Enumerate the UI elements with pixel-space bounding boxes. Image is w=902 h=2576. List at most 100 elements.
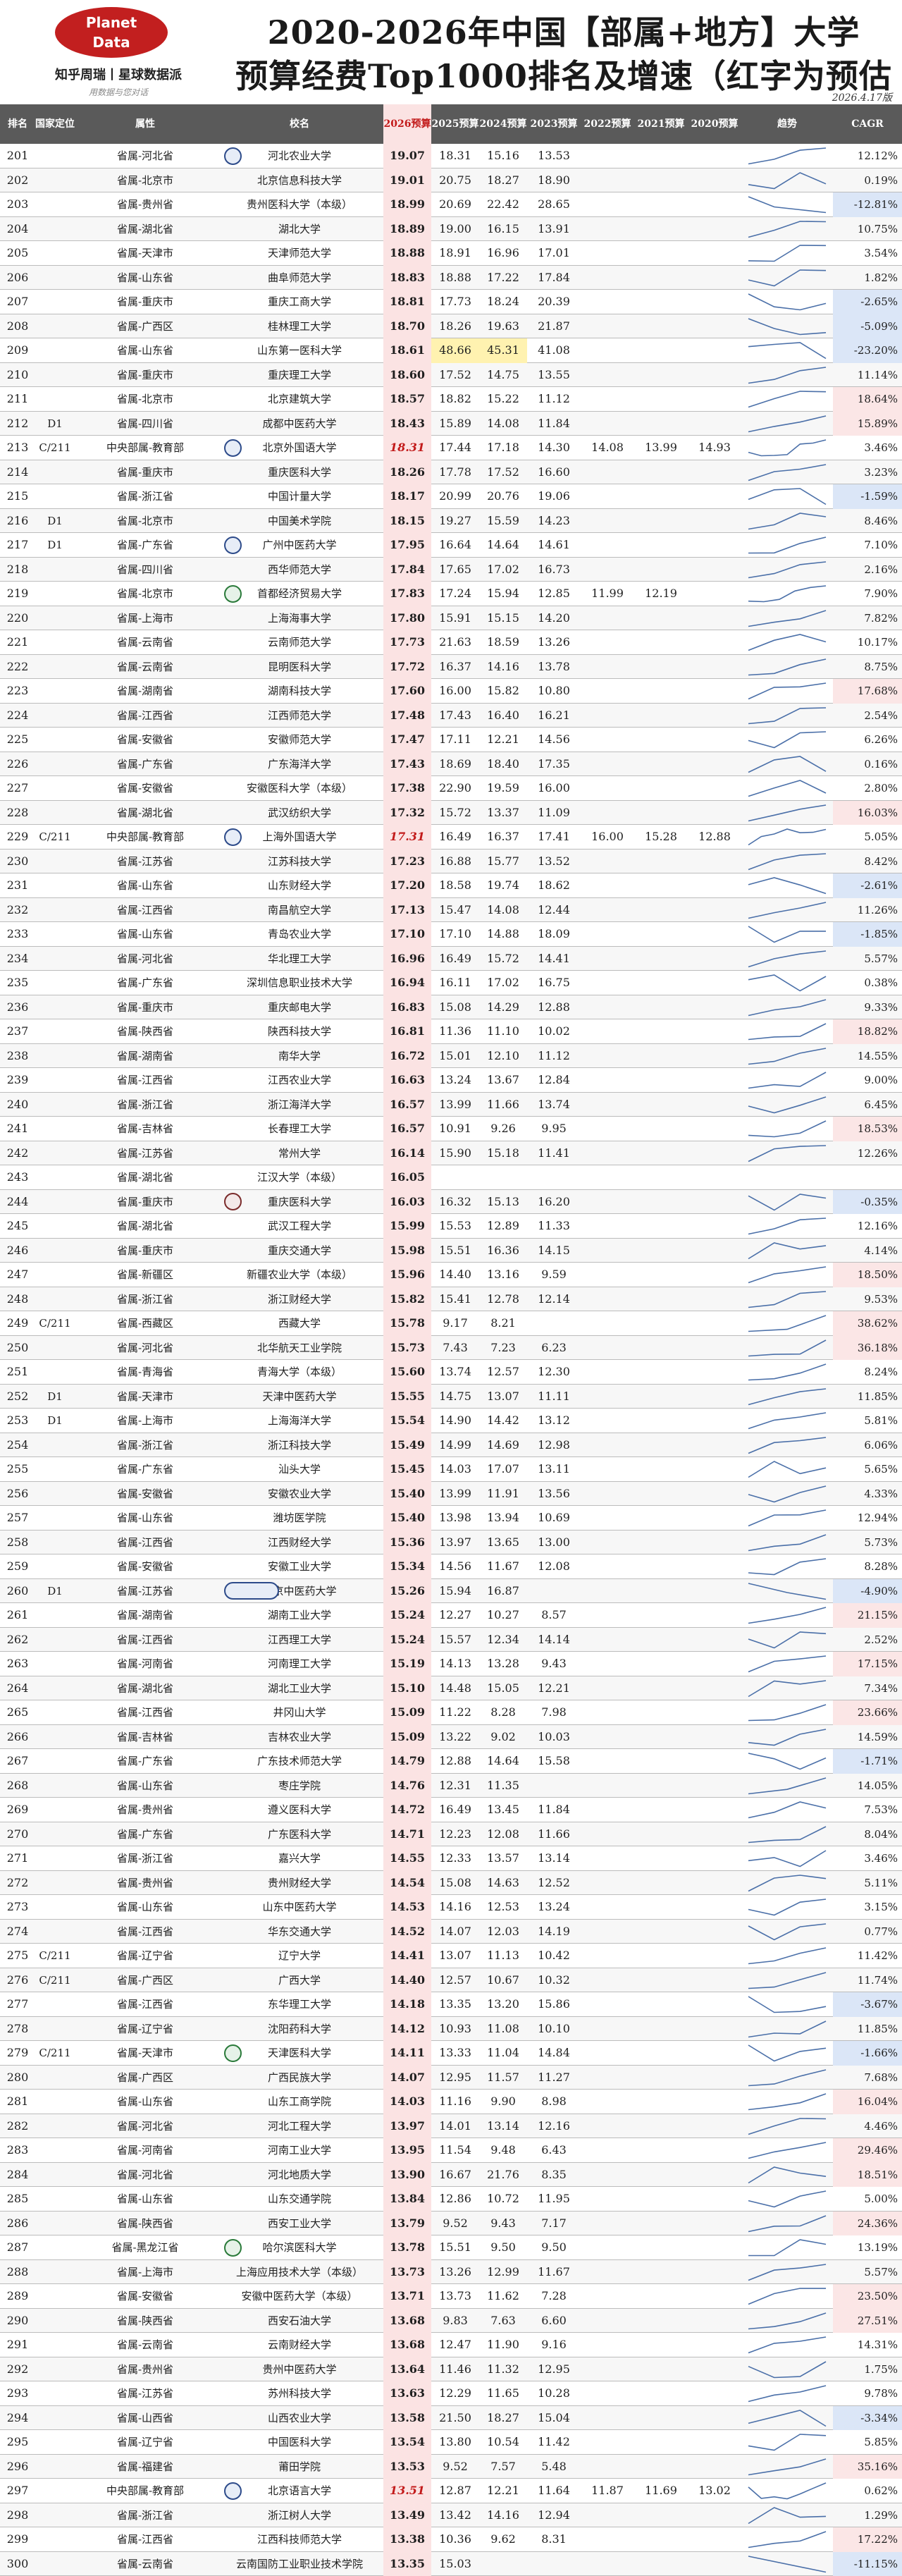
- cell-y2023: 21.87: [527, 314, 581, 339]
- sparkline-path: [748, 975, 826, 991]
- sparkline-svg: [741, 192, 833, 217]
- cell-y2024: 15.18: [479, 1141, 527, 1166]
- cell-y2021: [634, 1554, 688, 1579]
- cell-y2026: 15.36: [383, 1531, 431, 1555]
- cell-y2025: 15.51: [431, 2235, 479, 2260]
- cell-name: 青岛农业大学: [216, 922, 383, 947]
- cell-cagr: 9.53%: [833, 1287, 902, 1312]
- cell-y2024: 11.32: [479, 2357, 527, 2382]
- cell-cagr: 13.19%: [833, 2235, 902, 2260]
- cell-rank: 292: [0, 2357, 35, 2382]
- cell-attr: 省属-山东省: [75, 2187, 216, 2212]
- cell-y2025: 13.99: [431, 1482, 479, 1507]
- cell-y2025: 21.50: [431, 2406, 479, 2431]
- cell-rank: 232: [0, 898, 35, 923]
- cell-y2024: 7.63: [479, 2309, 527, 2333]
- cell-y2020: [688, 2066, 741, 2090]
- table-row: 256省属-安徽省安徽农业大学15.4013.9911.9113.564.33%: [0, 1482, 902, 1507]
- cell-y2026: 15.09: [383, 1725, 431, 1750]
- sparkline-svg: [741, 1433, 833, 1458]
- cell-y2021: [634, 2381, 688, 2406]
- trend-sparkline: [741, 558, 833, 582]
- cell-y2021: [634, 2503, 688, 2528]
- cell-y2024: 12.89: [479, 1214, 527, 1239]
- cell-y2025: 15.08: [431, 995, 479, 1020]
- cell-y2024: 15.77: [479, 850, 527, 874]
- table-row: 209省属-山东省山东第一医科大学18.6148.6645.3141.08-23…: [0, 338, 902, 363]
- cell-y2024: 17.18: [479, 436, 527, 460]
- cell-rank: 282: [0, 2114, 35, 2139]
- trend-sparkline: [741, 630, 833, 655]
- trend-sparkline: [741, 2333, 833, 2357]
- trend-sparkline: [741, 1239, 833, 1263]
- cell-rank: 279: [0, 2041, 35, 2066]
- cell-attr: 省属-云南省: [75, 2552, 216, 2576]
- trend-sparkline: [741, 704, 833, 728]
- cell-y2020: [688, 1239, 741, 1263]
- cell-rank: 210: [0, 363, 35, 388]
- sparkline-svg: [741, 2066, 833, 2090]
- cell-y2023: 6.43: [527, 2138, 581, 2163]
- cell-y2021: [634, 168, 688, 193]
- cell-y2023: 11.12: [527, 1044, 581, 1069]
- cell-attr: 省属-北京市: [75, 582, 216, 606]
- cell-rank: 243: [0, 1165, 35, 1190]
- cell-cagr: 12.94%: [833, 1506, 902, 1531]
- sparkline-svg: [741, 898, 833, 923]
- sparkline-svg: [741, 850, 833, 874]
- cell-nation: [35, 2503, 75, 2528]
- cell-y2025: 11.54: [431, 2138, 479, 2163]
- cell-y2024: 22.42: [479, 192, 527, 217]
- cell-y2026: 16.83: [383, 995, 431, 1020]
- cell-cagr: 8.46%: [833, 509, 902, 534]
- cell-y2026: 17.83: [383, 582, 431, 606]
- cell-y2024: 17.02: [479, 971, 527, 995]
- cell-rank: 201: [0, 144, 35, 168]
- cell-y2021: [634, 1944, 688, 1968]
- sparkline-svg: [741, 1482, 833, 1507]
- cell-attr: 省属-湖北省: [75, 217, 216, 242]
- trend-sparkline: [741, 2114, 833, 2139]
- cell-y2021: [634, 898, 688, 923]
- cell-y2025: 16.37: [431, 655, 479, 680]
- cell-y2026: 14.41: [383, 1944, 431, 1968]
- cell-y2025: 13.99: [431, 1093, 479, 1117]
- cell-nation: [35, 1749, 75, 1774]
- cell-y2026: 16.72: [383, 1044, 431, 1069]
- cell-attr: 省属-云南省: [75, 2333, 216, 2357]
- cell-y2024: 13.20: [479, 1992, 527, 2017]
- cell-attr: 省属-江西省: [75, 1531, 216, 1555]
- cell-name: 南昌航空大学: [216, 898, 383, 923]
- sparkline-svg: [741, 2114, 833, 2139]
- cell-nation: [35, 1822, 75, 1847]
- trend-sparkline: [741, 1311, 833, 1336]
- cell-name: 华东交通大学: [216, 1920, 383, 1944]
- cell-name: 枣庄学院: [216, 1774, 383, 1798]
- cell-y2026: 17.48: [383, 704, 431, 728]
- cell-y2021: 13.99: [634, 436, 688, 460]
- cell-name: 河南理工大学: [216, 1652, 383, 1676]
- cell-attr: 省属-广东省: [75, 1749, 216, 1774]
- cell-nation: [35, 290, 75, 314]
- cell-attr: 省属-湖北省: [75, 1165, 216, 1190]
- cell-cagr: 8.42%: [833, 850, 902, 874]
- cell-y2023: 11.84: [527, 412, 581, 436]
- cell-y2024: 17.02: [479, 558, 527, 582]
- cell-y2020: [688, 1165, 741, 1190]
- cell-attr: 省属-湖北省: [75, 1676, 216, 1701]
- cell-y2020: [688, 1749, 741, 1774]
- sparkline-path: [748, 513, 826, 529]
- cell-y2026: 17.80: [383, 606, 431, 631]
- cell-y2021: [634, 801, 688, 826]
- cell-y2023: 28.65: [527, 192, 581, 217]
- cell-attr: 省属-湖北省: [75, 801, 216, 826]
- cell-cagr: 14.55%: [833, 1044, 902, 1069]
- cell-y2020: [688, 2503, 741, 2528]
- cell-y2022: [581, 655, 634, 680]
- sparkline-svg: [741, 1019, 833, 1044]
- table-row: 286省属-陕西省西安工业大学13.799.529.437.1724.36%: [0, 2212, 902, 2236]
- cell-y2023: 10.69: [527, 1506, 581, 1531]
- sparkline-svg: [741, 655, 833, 680]
- cell-rank: 224: [0, 704, 35, 728]
- cell-y2025: 11.36: [431, 1019, 479, 1044]
